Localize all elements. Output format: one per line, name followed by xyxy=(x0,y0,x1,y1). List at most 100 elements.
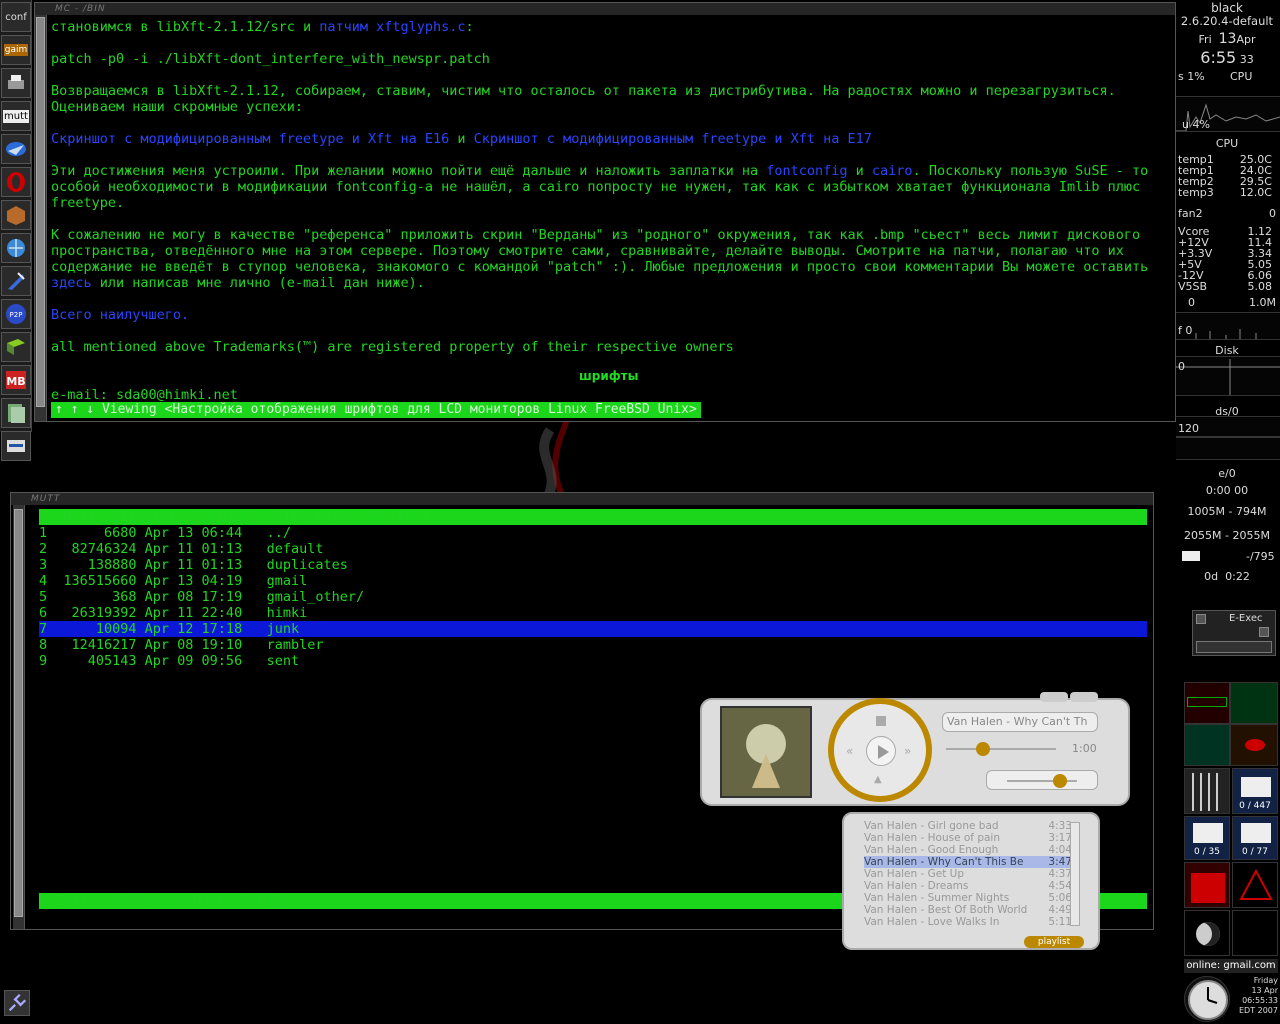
playlist-item[interactable]: Van Halen - Get Up 4:37 xyxy=(864,868,1072,880)
pager-desktop-1[interactable] xyxy=(1184,682,1230,724)
mailbox-row[interactable]: 4 136515660 Apr 13 04:19 gmail xyxy=(39,573,1147,589)
playlist-item[interactable]: Van Halen - Best Of Both World 4:49 xyxy=(864,904,1072,916)
books-launcher[interactable] xyxy=(1,332,31,362)
conf-launcher[interactable]: conf xyxy=(1,2,31,32)
link[interactable]: fontconfig xyxy=(766,163,847,179)
playlist-item[interactable]: Van Halen - Why Can't This Be 3:47 xyxy=(864,856,1072,868)
mailbox-row[interactable]: 8 12416217 Apr 08 19:10 rambler xyxy=(39,637,1147,653)
link[interactable]: Скриншот с модифицированным freetype и X… xyxy=(474,131,872,147)
date-display: Fri 13Apr xyxy=(1178,32,1276,46)
mailbox-row[interactable]: 5 368 Apr 08 17:19 gmail_other/ xyxy=(39,589,1147,605)
e-exec-input[interactable] xyxy=(1196,641,1272,653)
link[interactable]: Скриншот с модифицированным freetype и X… xyxy=(51,131,449,147)
text: all mentioned above Trademarks(™) are re… xyxy=(51,339,734,355)
playlist-tab[interactable]: playlist xyxy=(1024,936,1084,948)
net-value: 120 xyxy=(1178,422,1199,435)
mailbox-row[interactable]: 2 82746324 Apr 11 01:13 default xyxy=(39,541,1147,557)
playlist-item[interactable]: Van Halen - Good Enough 4:04 xyxy=(864,844,1072,856)
mailbox-row[interactable]: 3 138880 Apr 11 01:13 duplicates xyxy=(39,557,1147,573)
play-button[interactable] xyxy=(866,736,896,766)
p2p-icon: P2P xyxy=(6,304,26,324)
cpu-percent: s 1% xyxy=(1178,70,1205,83)
browser-terminal-window[interactable]: MC - /BIN становимся в libXft-2.1.12/src… xyxy=(34,2,1176,422)
envelope-icon xyxy=(1241,823,1271,843)
playlist-item[interactable]: Van Halen - Girl gone bad 4:33 xyxy=(864,820,1072,832)
pager-desktop-4[interactable] xyxy=(1230,724,1278,766)
stop-button[interactable] xyxy=(876,716,886,726)
playlist-list[interactable]: Van Halen - Girl gone bad 4:33 Van Halen -… xyxy=(844,814,1080,930)
link[interactable]: Всего наилучшего. xyxy=(51,307,189,323)
opera-launcher[interactable] xyxy=(1,167,31,197)
web-launcher[interactable] xyxy=(1,233,31,263)
close-button[interactable] xyxy=(1070,692,1098,702)
text: К сожалению не могу в качестве "референс… xyxy=(51,227,1141,243)
track-name: Van Halen - Why Can't This Be xyxy=(864,856,1024,868)
tools-launcher[interactable] xyxy=(1,266,31,296)
album-art[interactable] xyxy=(720,706,812,798)
plug-button[interactable] xyxy=(4,990,30,1016)
playlist-window: Van Halen - Girl gone bad 4:33 Van Halen -… xyxy=(842,812,1100,950)
volume-knob[interactable] xyxy=(1053,774,1067,788)
eject-button[interactable]: ▲ xyxy=(874,774,882,785)
gaim-launcher[interactable]: gaim xyxy=(1,35,31,65)
link[interactable]: патчим xftglyphs.c xyxy=(319,19,465,35)
mail-count: -/795 xyxy=(1178,551,1276,563)
archive-launcher[interactable] xyxy=(1,200,31,230)
elapsed-time: 1:00 xyxy=(1072,742,1097,755)
pager-desktop-3[interactable] xyxy=(1184,724,1230,766)
playlist-scrollbar[interactable] xyxy=(1070,822,1080,926)
alert-applet[interactable] xyxy=(1232,862,1278,908)
prev-button[interactable]: « xyxy=(846,744,853,758)
mb-icon: MB xyxy=(6,371,26,389)
mailbox-row[interactable]: 6 26319392 Apr 11 22:40 himki xyxy=(39,605,1147,621)
volume-slider[interactable] xyxy=(986,770,1098,790)
pager-desktop-2[interactable] xyxy=(1230,682,1278,724)
mailbox-row[interactable]: 9 405143 Apr 09 09:56 sent xyxy=(39,653,1147,669)
fan-label: fan2 xyxy=(1178,207,1203,220)
scrollbar[interactable] xyxy=(13,505,25,929)
moon-applet[interactable] xyxy=(1184,910,1230,956)
printer-launcher[interactable] xyxy=(1,68,31,98)
window-title: MUTT xyxy=(11,493,1153,505)
e-exec-close-button[interactable] xyxy=(1196,614,1206,624)
playlist-item[interactable]: Van Halen - Dreams 4:54 xyxy=(864,880,1072,892)
text-line: Всего наилучшего. xyxy=(51,307,189,323)
voltage-value: 5.08 xyxy=(1247,280,1273,293)
playlist-item[interactable]: Van Halen - Summer Nights 5:06 xyxy=(864,892,1072,904)
minimize-button[interactable] xyxy=(1040,692,1068,702)
text-line: особой необходимости в модификации fontc… xyxy=(51,179,1140,195)
dict-launcher[interactable] xyxy=(1,431,31,461)
mailbox-row[interactable]: 7 10094 Apr 12 17:18 junk xyxy=(39,621,1147,637)
clock-date: 13 Apr xyxy=(1251,986,1278,995)
mixer-applet[interactable] xyxy=(1184,768,1230,814)
text: содержание не введёт в ступор человека, … xyxy=(51,259,1149,275)
mb-launcher[interactable]: MB xyxy=(1,365,31,395)
net-label: e/0 xyxy=(1218,467,1236,480)
link[interactable]: cairo xyxy=(872,163,913,179)
link[interactable]: здесь xyxy=(51,275,92,291)
disk-value: 0 xyxy=(1178,360,1185,373)
fire-applet[interactable] xyxy=(1184,862,1230,908)
scrollbar[interactable] xyxy=(35,15,47,421)
seek-knob[interactable] xyxy=(976,742,990,756)
thunderbird-launcher[interactable] xyxy=(1,134,31,164)
text-line: freetype. xyxy=(51,195,124,211)
book-icon xyxy=(7,339,25,355)
text-line: Оцениваем наши скромные успехи: xyxy=(51,99,303,115)
mail-applet-2[interactable]: 0 / 35 xyxy=(1184,816,1230,860)
mail-applet-1[interactable]: 0 / 447 xyxy=(1232,768,1278,814)
moon-icon xyxy=(1196,922,1220,946)
p2p-launcher[interactable]: P2P xyxy=(1,299,31,329)
files-launcher[interactable] xyxy=(1,398,31,428)
seek-slider[interactable] xyxy=(946,742,1056,756)
e-exec-go-button[interactable] xyxy=(1259,627,1269,637)
mail-applet-3[interactable]: 0 / 77 xyxy=(1232,816,1278,860)
mutt-launcher[interactable]: mutt xyxy=(1,101,31,131)
playlist-item[interactable]: Van Halen - House of pain 3:17 xyxy=(864,832,1072,844)
playlist-item[interactable]: Van Halen - Love Walks In 5:11 xyxy=(864,916,1072,928)
directory-header: -- Mutt: Directory [~/Mail], File mask: … xyxy=(39,509,1147,525)
next-button[interactable]: » xyxy=(904,744,911,758)
text-line: all mentioned above Trademarks(™) are re… xyxy=(51,339,734,355)
track-name: Van Halen - Get Up xyxy=(864,868,965,880)
mailbox-row[interactable]: 1 6680 Apr 13 06:44 ../ xyxy=(39,525,1147,541)
